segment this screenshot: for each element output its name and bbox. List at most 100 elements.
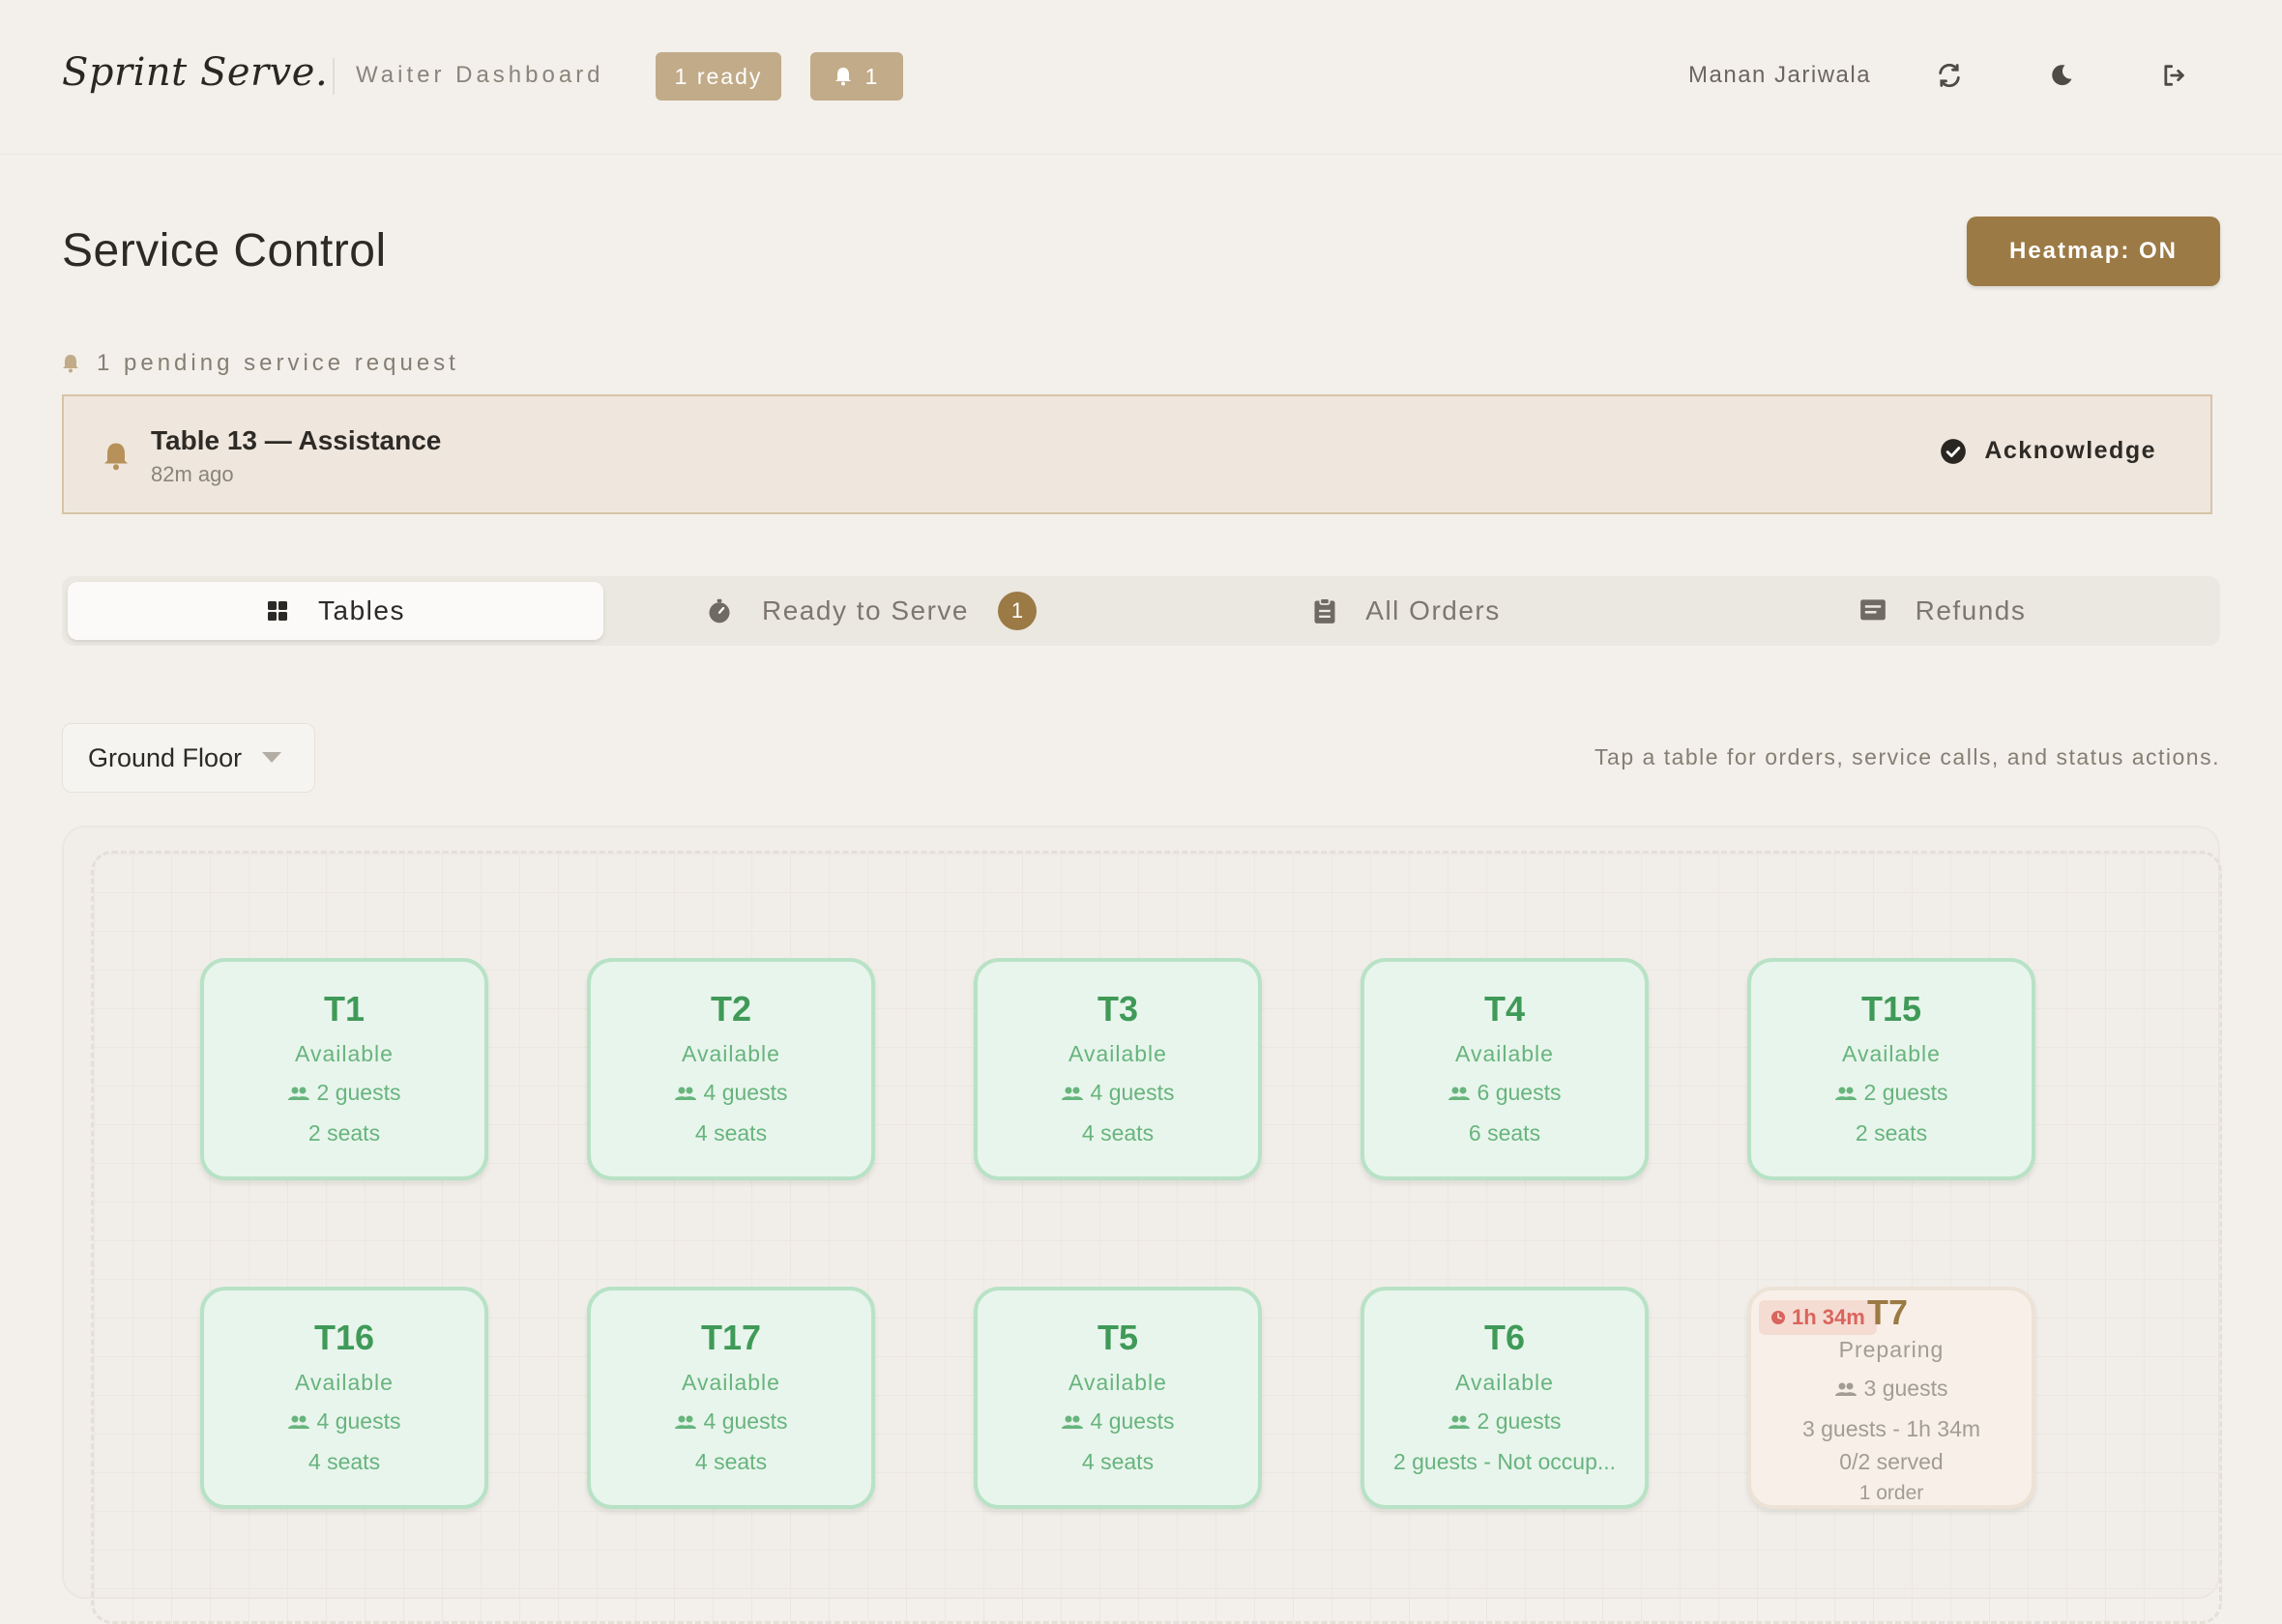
table-guests-text: 4 guests (703, 1408, 788, 1434)
table-card-t6[interactable]: T6 Available 2 guests 2 guests - Not occ… (1360, 1287, 1649, 1509)
table-guests-text: 2 guests (1477, 1408, 1562, 1434)
table-guests-text: 2 guests (1863, 1080, 1948, 1105)
brand-logo: Sprint Serve. (62, 50, 329, 95)
ready-count-pill[interactable]: 1 ready (656, 52, 781, 101)
guests-icon (1061, 1415, 1083, 1429)
view-tabs: Tables Ready to Serve 1 All Orders Refun… (62, 576, 2220, 646)
table-guests: 4 guests (978, 1408, 1258, 1435)
floor-plan-grid: T1 Available 2 guests 2 seats T2 Availab… (91, 851, 2222, 1624)
table-guests-text: 4 guests (1090, 1408, 1175, 1434)
table-status: Available (682, 1041, 780, 1066)
acknowledge-button[interactable]: Acknowledge (1940, 437, 2156, 465)
table-seats: 2 seats (307, 1120, 381, 1146)
receipt-icon (1859, 599, 1886, 621)
bell-icon (63, 355, 78, 373)
clock-dot-icon (1771, 1311, 1785, 1324)
table-guests: 4 guests (591, 1408, 871, 1435)
table-name: T5 (1097, 1318, 1138, 1357)
floor-select-value: Ground Floor (88, 742, 243, 772)
table-status: Available (1455, 1041, 1554, 1066)
table-seats: 2 guests - Not occup... (1392, 1449, 1617, 1474)
table-guests: 2 guests (1364, 1408, 1645, 1435)
table-name: T3 (1097, 989, 1138, 1029)
table-detail: 3 guests - 1h 34m (1801, 1416, 1981, 1441)
acknowledge-label: Acknowledge (1984, 437, 2156, 464)
heatmap-toggle-button[interactable]: Heatmap: ON (1967, 217, 2220, 286)
tab-all-orders[interactable]: All Orders (1139, 582, 1675, 640)
table-card-t5[interactable]: T5 Available 4 guests 4 seats (974, 1287, 1262, 1509)
tab-tables-label: Tables (318, 595, 405, 625)
table-guests-text: 2 guests (316, 1080, 401, 1105)
guests-icon (674, 1415, 696, 1429)
table-seats: 4 seats (694, 1120, 768, 1146)
table-status: Available (295, 1370, 394, 1395)
table-timer-text: 1h 34m (1792, 1305, 1865, 1329)
table-card-t17[interactable]: T17 Available 4 guests 4 seats (587, 1287, 875, 1509)
table-seats: 4 seats (1081, 1449, 1155, 1474)
guests-icon (287, 1415, 309, 1429)
table-card-t2[interactable]: T2 Available 4 guests 4 seats (587, 958, 875, 1180)
guests-icon (1448, 1087, 1470, 1100)
floor-plan: T1 Available 2 guests 2 seats T2 Availab… (62, 826, 2222, 1624)
clipboard-icon (1314, 597, 1335, 624)
pending-requests-label: 1 pending service request (62, 350, 459, 377)
table-seats: 4 seats (1081, 1120, 1155, 1146)
guests-icon (287, 1087, 309, 1100)
header-divider (333, 58, 335, 95)
tab-ready-to-serve[interactable]: Ready to Serve 1 (603, 582, 1139, 640)
table-status: Available (1068, 1041, 1167, 1066)
dashboard-label: Waiter Dashboard (356, 62, 604, 88)
top-header: Sprint Serve. Waiter Dashboard 1 ready 1… (0, 0, 2282, 155)
moon-icon[interactable] (2042, 56, 2081, 95)
guests-icon (1061, 1087, 1083, 1100)
tab-tables[interactable]: Tables (68, 582, 603, 640)
table-card-t7[interactable]: 1h 34m T7 Preparing 3 guests 3 guests - … (1747, 1287, 2035, 1509)
service-request-card[interactable]: Table 13 — Assistance 82m ago Acknowledg… (62, 394, 2212, 514)
user-name: Manan Jariwala (1688, 62, 1872, 88)
table-seats: 2 seats (1855, 1120, 1928, 1146)
table-served: 0/2 served (1839, 1449, 1944, 1474)
table-name: T6 (1483, 1318, 1525, 1357)
table-guests-text: 3 guests (1863, 1376, 1948, 1401)
table-guests: 4 guests (591, 1080, 871, 1106)
tab-refunds-label: Refunds (1915, 595, 2027, 625)
service-calls-pill[interactable]: 1 (810, 52, 903, 101)
table-card-t1[interactable]: T1 Available 2 guests 2 seats (200, 958, 488, 1180)
guests-icon (1448, 1415, 1470, 1429)
table-name: T4 (1483, 989, 1525, 1029)
table-name: T2 (710, 989, 751, 1029)
table-name: T15 (1860, 989, 1922, 1029)
refresh-icon[interactable] (1930, 56, 1969, 95)
table-card-t15[interactable]: T15 Available 2 guests 2 seats (1747, 958, 2035, 1180)
tab-all-orders-label: All Orders (1365, 595, 1501, 625)
timer-icon (709, 598, 730, 624)
table-guests: 4 guests (978, 1080, 1258, 1106)
page-title: Service Control (62, 225, 387, 276)
table-seats: 4 seats (307, 1449, 381, 1474)
table-guests: 3 guests (1751, 1376, 2032, 1402)
guests-icon (1834, 1382, 1857, 1396)
pending-requests-text: 1 pending service request (97, 350, 459, 376)
check-circle-icon (1941, 438, 1967, 464)
tab-ready-label: Ready to Serve (762, 595, 969, 625)
table-card-t4[interactable]: T4 Available 6 guests 6 seats (1360, 958, 1649, 1180)
table-name: T7 (1867, 1292, 1909, 1332)
table-card-t16[interactable]: T16 Available 4 guests 4 seats (200, 1287, 488, 1509)
table-status: Available (682, 1370, 780, 1395)
logout-icon[interactable] (2154, 56, 2193, 95)
table-seats: 4 seats (694, 1449, 768, 1474)
table-guests: 2 guests (204, 1080, 484, 1106)
tab-refunds[interactable]: Refunds (1675, 582, 2210, 640)
table-name: T17 (700, 1318, 762, 1357)
table-card-t3[interactable]: T3 Available 4 guests 4 seats (974, 958, 1262, 1180)
table-guests: 4 guests (204, 1408, 484, 1435)
table-status: Available (295, 1041, 394, 1066)
table-guests: 2 guests (1751, 1080, 2032, 1106)
floor-select[interactable]: Ground Floor (62, 723, 315, 793)
table-status: Available (1455, 1370, 1554, 1395)
table-guests-text: 4 guests (703, 1080, 788, 1105)
table-status: Preparing (1838, 1337, 1945, 1362)
table-seats: 6 seats (1468, 1120, 1541, 1146)
bell-icon (834, 68, 851, 86)
table-status: Available (1842, 1041, 1941, 1066)
